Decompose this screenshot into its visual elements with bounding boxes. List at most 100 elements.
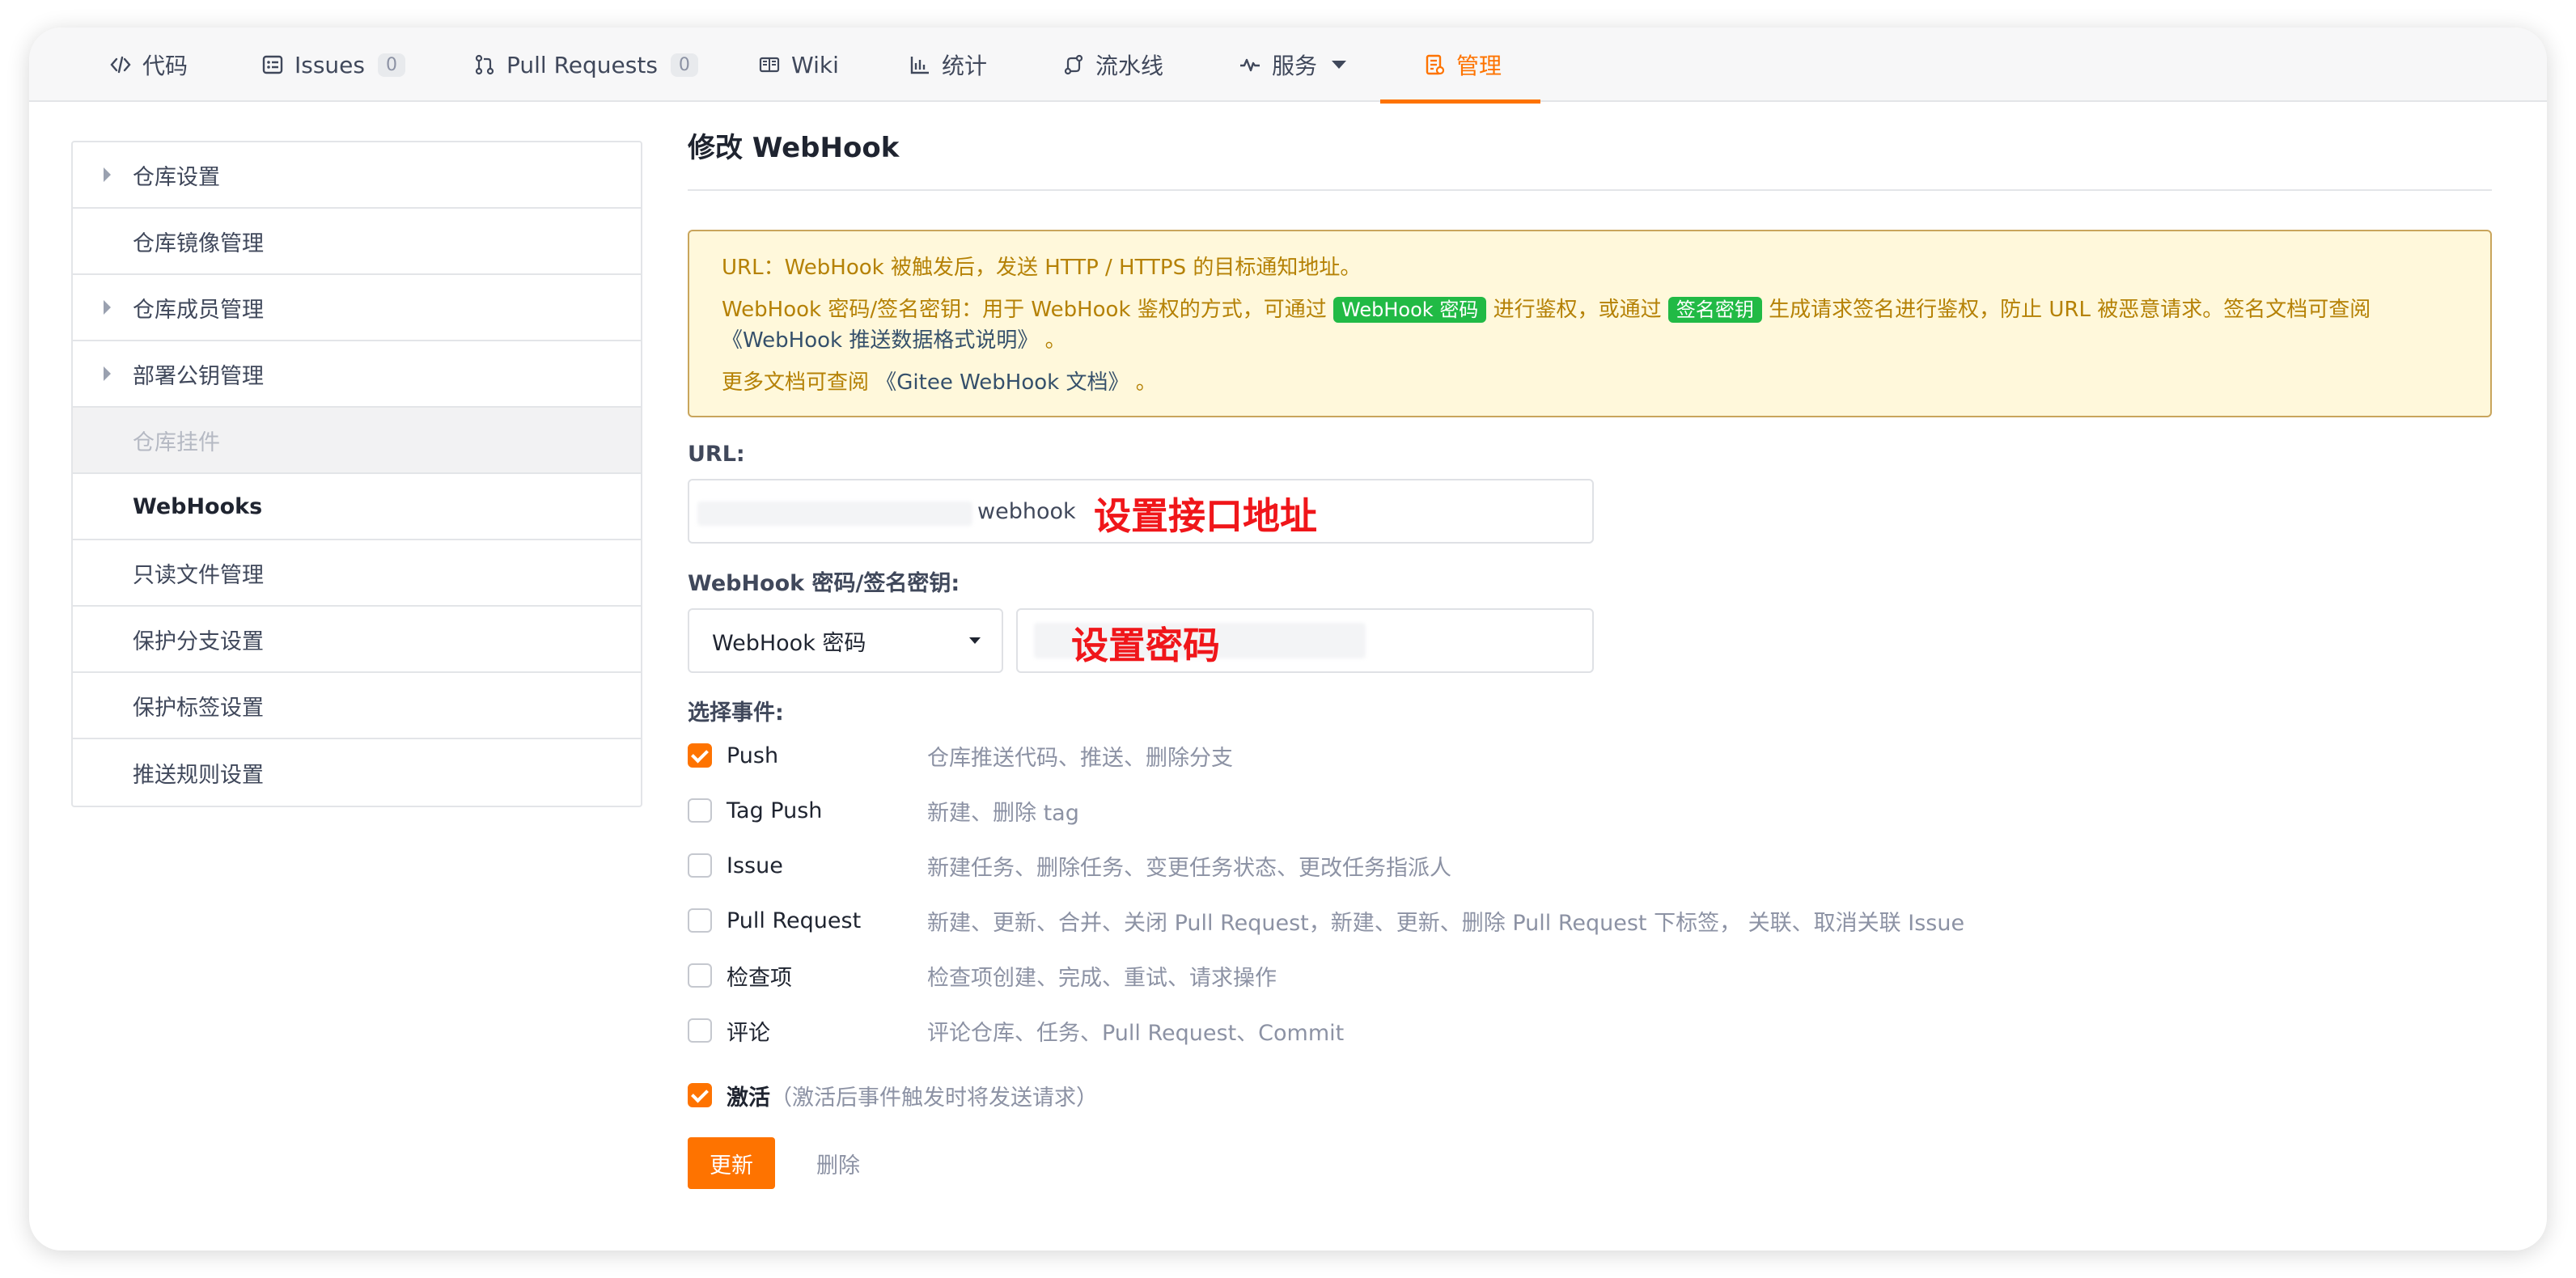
event-pull-request-checkbox[interactable] [688, 908, 712, 933]
event-desc: 新建、更新、合并、关闭 Pull Request，新建、更新、删除 Pull R… [927, 910, 1965, 936]
event-issue[interactable]: Issue 新建任务、删除任务、变更任务状态、更改任务指派人 [688, 849, 1451, 882]
tab-wiki[interactable]: Wiki [757, 28, 839, 102]
notice-text: 。 [1038, 328, 1066, 353]
event-desc: 检查项创建、完成、重试、请求操作 [927, 965, 1277, 991]
code-icon [108, 53, 133, 77]
sidebar-item-repo-settings[interactable]: 仓库设置 [73, 142, 641, 209]
sidebar-item-label: 仓库成员管理 [133, 297, 264, 323]
active-label: 激活 [727, 1085, 770, 1111]
tab-services[interactable]: 服务 [1238, 28, 1347, 102]
active-toggle[interactable]: 激活 （激活后事件触发时将发送请求） [688, 1079, 1098, 1111]
tab-issues[interactable]: Issues 0 [261, 28, 405, 102]
notice-secret-line: WebHook 密码/签名密钥：用于 WebHook 鉴权的方式，可通过 Web… [722, 294, 2458, 356]
sidebar-item-label: 仓库镜像管理 [133, 231, 264, 256]
event-tag-push-checkbox[interactable] [688, 798, 712, 823]
update-button[interactable]: 更新 [688, 1137, 775, 1189]
tab-stats[interactable]: 统计 [908, 28, 987, 102]
event-push[interactable]: Push 仓库推送代码、推送、删除分支 [688, 739, 1233, 772]
tab-issues-label: Issues [294, 51, 365, 78]
event-check-run-checkbox[interactable] [688, 963, 712, 988]
event-desc: 仓库推送代码、推送、删除分支 [927, 745, 1233, 771]
issues-count-badge: 0 [378, 53, 405, 77]
event-desc: 新建任务、删除任务、变更任务状态、更改任务指派人 [927, 855, 1451, 881]
event-comment-checkbox[interactable] [688, 1018, 712, 1043]
sidebar-item-push-rules[interactable]: 推送规则设置 [73, 739, 641, 806]
sidebar-item-readonly-files[interactable]: 只读文件管理 [73, 540, 641, 607]
manage-icon [1422, 53, 1447, 77]
redacted-url [697, 501, 972, 526]
pipeline-icon [1061, 53, 1086, 77]
event-check-run[interactable]: 检查项 检查项创建、完成、重试、请求操作 [688, 959, 1277, 992]
sign-key-badge: 签名密钥 [1667, 297, 1762, 323]
sidebar-item-protected-branches[interactable]: 保护分支设置 [73, 607, 641, 673]
gitee-webhook-doc-link[interactable]: 《Gitee WebHook 文档》 [875, 370, 1129, 395]
sidebar-item-widgets: 仓库挂件 [73, 408, 641, 474]
sidebar-item-label: 仓库设置 [133, 164, 220, 190]
sidebar-item-label: 保护分支设置 [133, 628, 264, 654]
chart-icon [908, 53, 932, 77]
events-label: 选择事件: [688, 700, 784, 726]
caret-right-icon [104, 300, 111, 315]
sidebar-item-deploy-keys[interactable]: 部署公钥管理 [73, 341, 641, 408]
active-row: 激活 （激活后事件触发时将发送请求） [688, 1083, 2492, 1134]
event-pull-request[interactable]: Pull Request 新建、更新、合并、关闭 Pull Request，新建… [688, 904, 1964, 937]
secret-annotation: 设置密码 [1071, 624, 1220, 667]
password-badge: WebHook 密码 [1333, 297, 1487, 323]
event-comment[interactable]: 评论 评论仓库、任务、Pull Request、Commit [688, 1014, 1344, 1047]
notice-text: WebHook 密码/签名密钥：用于 WebHook 鉴权的方式，可通过 [722, 298, 1334, 322]
sidebar-item-mirror[interactable]: 仓库镜像管理 [73, 209, 641, 275]
event-list: Push 仓库推送代码、推送、删除分支 Tag Push 新建、删除 tag I… [688, 730, 2492, 1085]
webhook-form-panel: 修改 WebHook URL：WebHook 被触发后，发送 HTTP / HT… [688, 105, 2492, 1191]
notice-text: 更多文档可查阅 [722, 370, 876, 395]
info-notice: URL：WebHook 被触发后，发送 HTTP / HTTPS 的目标通知地址… [688, 230, 2492, 417]
sidebar-item-protected-tags[interactable]: 保护标签设置 [73, 673, 641, 739]
tab-stats-label: 统计 [942, 53, 988, 79]
sidebar-item-label: 仓库挂件 [133, 430, 220, 455]
event-desc: 评论仓库、任务、Pull Request、Commit [927, 1020, 1345, 1046]
sidebar-item-label: 保护标签设置 [133, 695, 264, 721]
caret-right-icon [104, 167, 111, 182]
delete-button[interactable]: 删除 [806, 1137, 871, 1189]
notice-url-line: URL：WebHook 被触发后，发送 HTTP / HTTPS 的目标通知地址… [722, 256, 1362, 280]
event-name: Tag Push [727, 798, 823, 823]
url-input[interactable]: webhook 设置接口地址 [688, 479, 1594, 544]
tab-pipeline[interactable]: 流水线 [1061, 28, 1163, 102]
push-doc-link[interactable]: 《WebHook 推送数据格式说明》 [722, 328, 1038, 353]
repo-nav: 代码 Issues 0 Pull Requests 0 Wiki 统计 流水线 … [29, 28, 2547, 104]
secret-type-select[interactable]: WebHook 密码 [688, 608, 1003, 673]
sidebar-item-members[interactable]: 仓库成员管理 [73, 275, 641, 341]
event-name: Issue [727, 853, 783, 878]
url-value-suffix: webhook [977, 498, 1076, 524]
event-push-checkbox[interactable] [688, 743, 712, 768]
active-checkbox[interactable] [688, 1083, 712, 1107]
tab-wiki-label: Wiki [791, 51, 839, 78]
sidebar-item-webhooks[interactable]: WebHooks [73, 474, 641, 540]
tab-manage[interactable]: 管理 [1379, 28, 1541, 104]
tab-code[interactable]: 代码 [108, 28, 188, 102]
wiki-icon [757, 53, 782, 77]
url-label: URL: [688, 442, 745, 467]
notice-docs-line: 更多文档可查阅 《Gitee WebHook 文档》 。 [722, 367, 2458, 398]
dropdown-caret-icon [969, 637, 981, 644]
notice-text: 。 [1129, 370, 1157, 395]
caret-right-icon [104, 366, 111, 381]
settings-sidebar: 仓库设置 仓库镜像管理 仓库成员管理 部署公钥管理 仓库挂件 WebHooks … [71, 141, 642, 807]
page-title: 修改 WebHook [688, 105, 2492, 191]
notice-text: 进行鉴权，或通过 [1486, 298, 1668, 322]
event-tag-push[interactable]: Tag Push 新建、删除 tag [688, 794, 1079, 827]
pull-requests-count-badge: 0 [670, 53, 698, 77]
tab-code-label: 代码 [142, 53, 189, 79]
tab-pipeline-label: 流水线 [1095, 53, 1164, 79]
tab-pull-requests[interactable]: Pull Requests 0 [472, 28, 698, 102]
event-issue-checkbox[interactable] [688, 853, 712, 878]
form-actions: 更新 删除 [688, 1134, 2492, 1191]
issues-icon [261, 53, 285, 77]
url-annotation: 设置接口地址 [1094, 494, 1317, 538]
tab-manage-label: 管理 [1456, 53, 1502, 79]
tab-pull-requests-label: Pull Requests [506, 51, 658, 78]
pulse-icon [1238, 53, 1262, 77]
notice-text: 生成请求签名进行鉴权，防止 URL 被恶意请求。签名文档可查阅 [1761, 298, 2371, 322]
secret-input[interactable]: 设置密码 [1016, 608, 1594, 673]
event-name: Push [727, 743, 779, 768]
sidebar-item-label: WebHooks [133, 493, 263, 519]
